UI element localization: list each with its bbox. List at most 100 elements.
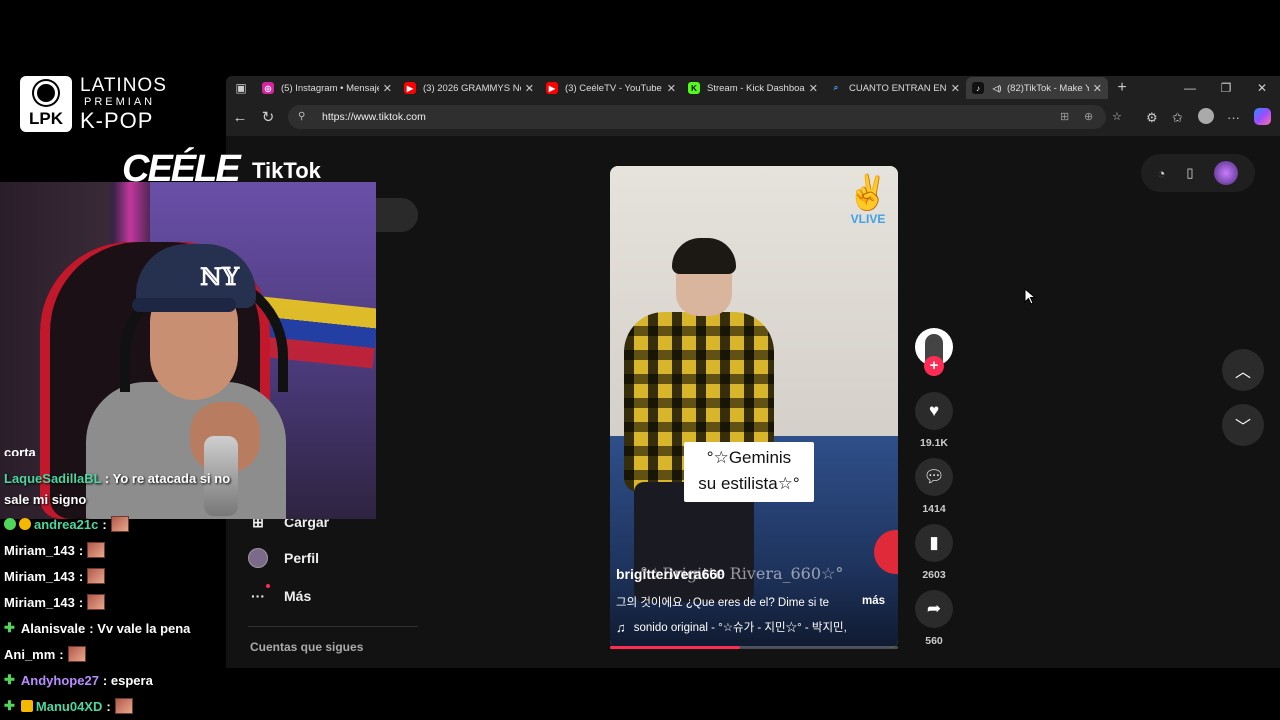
restore-button[interactable]: ❐: [1208, 76, 1244, 100]
previous-video-button[interactable]: ︿: [1222, 349, 1264, 391]
peace-hand-icon: ✌: [846, 174, 890, 212]
share-button[interactable]: ➦: [915, 590, 953, 628]
speed-icon[interactable]: ◔: [1157, 166, 1165, 181]
lpk-badge-text: LPK: [29, 109, 63, 128]
address-bar[interactable]: ⚲ https://www.tiktok.com ⊞ ⊕: [288, 105, 1106, 129]
minimize-button[interactable]: —: [1172, 76, 1208, 100]
avatar[interactable]: [1214, 161, 1239, 185]
site-info-icon[interactable]: ⚲: [298, 111, 310, 123]
speaker-icon[interactable]: ◁): [991, 82, 1003, 94]
chat-user: Andyhope27: [20, 672, 99, 688]
badge-icon: [19, 518, 31, 530]
kick-icon: K: [688, 82, 700, 94]
chat-user: Miriam_143: [4, 594, 75, 610]
more-menu-icon[interactable]: ···: [1227, 110, 1240, 125]
chat-separator: :: [101, 471, 113, 486]
video-player[interactable]: ✌ VLIVE °☆Geminis su estilista☆° °☆Brigi…: [610, 166, 898, 648]
close-icon[interactable]: ✕: [809, 82, 818, 95]
tiktok-logo[interactable]: TikTok: [252, 158, 321, 184]
tiktok-icon: ♪: [972, 82, 984, 94]
new-tab-button[interactable]: +: [1108, 79, 1136, 97]
tab-tiktok[interactable]: ♪ ◁) (82)TikTok - Make Your Day ✕: [966, 77, 1108, 99]
close-icon[interactable]: ✕: [667, 82, 676, 95]
bookmark-icon: ▮: [929, 533, 939, 552]
emote-icon: [114, 698, 133, 714]
tab-actions-icon[interactable]: ▣: [226, 76, 256, 100]
favorites-icon[interactable]: ✩: [1172, 110, 1183, 126]
chat-message: ✚ Alanisvale: Vv vale la pena: [4, 620, 190, 636]
profile-avatar[interactable]: [1198, 108, 1214, 124]
lpk-line-3: K-POP: [80, 108, 154, 133]
comment-icon: 💬︎: [923, 467, 945, 486]
sidebar-item-profile[interactable]: Perfil: [248, 548, 319, 568]
chat-separator: :: [59, 646, 64, 662]
close-icon[interactable]: ✕: [525, 82, 534, 95]
vlive-label: VLIVE: [850, 212, 886, 226]
zoom-icon[interactable]: ⊕: [1084, 110, 1093, 123]
music-note-icon: ♫: [616, 619, 626, 635]
more-link[interactable]: más: [862, 595, 885, 607]
tab-label: CUANTO ENTRAN EN 0: [849, 82, 947, 94]
refresh-button[interactable]: ↻: [254, 104, 282, 130]
chat-separator: :: [78, 594, 84, 610]
app-available-icon[interactable]: ⊞: [1060, 110, 1069, 123]
tab-instagram[interactable]: ◎ (5) Instagram • Mensajes ✕: [256, 77, 398, 99]
tab-label: (3) 2026 GRAMMYS Nominations: [423, 82, 521, 94]
lpk-wordmark: LATINOS PREMIAN K-POP: [80, 76, 167, 132]
emote-icon: [87, 568, 106, 584]
video-caption: °☆Geminis su estilista☆°: [684, 442, 814, 502]
instagram-icon: ◎: [262, 82, 274, 94]
chat-user: andrea21c: [34, 516, 99, 532]
comment-button[interactable]: 💬︎: [915, 458, 953, 496]
lpk-badge: LPK: [20, 76, 72, 132]
lpk-line-1: LATINOS: [80, 75, 167, 96]
url-text: https://www.tiktok.com: [322, 111, 426, 123]
next-video-button[interactable]: ﹀: [1222, 404, 1264, 446]
webcam-cap-brim: [132, 298, 236, 312]
follow-button[interactable]: +: [924, 356, 944, 376]
chat-user: Miriam_143: [4, 542, 75, 558]
bookmark-button[interactable]: ▮: [915, 524, 953, 562]
video-music[interactable]: ♫ sonido original - °☆슈가 - 지민☆° - 박지민,: [616, 619, 847, 635]
music-label: sonido original - °☆슈가 - 지민☆° - 박지민,: [633, 622, 847, 634]
chat-user: LaqueSadillaBL: [4, 471, 102, 486]
chat-message: Ani_mm:: [4, 646, 86, 662]
chat-separator: :: [78, 568, 84, 584]
ceele-logo: CEÉLE: [122, 148, 241, 190]
video-progress[interactable]: [610, 646, 898, 649]
close-icon[interactable]: ✕: [383, 82, 392, 95]
tiktok-page: TikTok ⊞ Cargar Perfil ··· Más Cuentas q…: [226, 136, 1280, 668]
close-window-button[interactable]: ✕: [1244, 76, 1280, 100]
tab-kick[interactable]: K Stream - Kick Dashboard ✕: [682, 77, 824, 99]
chat-user: Manu04XD: [35, 698, 103, 714]
back-button[interactable]: ←: [226, 104, 254, 130]
emote-icon: [67, 646, 86, 662]
chat-text: Vv vale la pena: [97, 620, 191, 636]
notification-dot: [266, 584, 270, 588]
tab-label: Stream - Kick Dashboard: [707, 82, 805, 94]
emote-icon: [87, 594, 106, 610]
close-icon[interactable]: ✕: [1093, 82, 1102, 95]
tab-ceeletv[interactable]: ▶ (3) CeéleTV - YouTube ✕: [540, 77, 682, 99]
share-count: 560: [925, 635, 943, 647]
emote-icon: [110, 516, 129, 532]
heart-icon: ♥: [928, 401, 940, 420]
video-author[interactable]: brigitterivera660: [616, 566, 725, 582]
close-icon[interactable]: ✕: [951, 82, 960, 95]
tab-search[interactable]: ⌕ CUANTO ENTRAN EN 0 ✕: [824, 77, 966, 99]
chat-separator: :: [102, 516, 107, 532]
device-icon[interactable]: ▯: [1186, 165, 1193, 181]
lpk-line-2: PREMIAN: [84, 96, 156, 108]
chat-separator: :: [102, 672, 111, 688]
chat-message: Miriam_143:: [4, 542, 106, 558]
tab-label: (3) CeéleTV - YouTube: [565, 82, 662, 94]
extensions-icon[interactable]: ⚙: [1146, 110, 1158, 126]
divider: [248, 626, 418, 627]
sidebar-item-more[interactable]: ··· Más: [248, 584, 311, 606]
like-button[interactable]: ♥: [915, 392, 953, 430]
copilot-icon[interactable]: [1254, 108, 1271, 125]
ny-logo: ℕ𝕐: [200, 262, 240, 291]
favorite-star-icon[interactable]: ☆: [1112, 110, 1122, 123]
tab-label: (5) Instagram • Mensajes: [281, 82, 379, 94]
tab-grammys[interactable]: ▶ (3) 2026 GRAMMYS Nominations ✕: [398, 77, 540, 99]
